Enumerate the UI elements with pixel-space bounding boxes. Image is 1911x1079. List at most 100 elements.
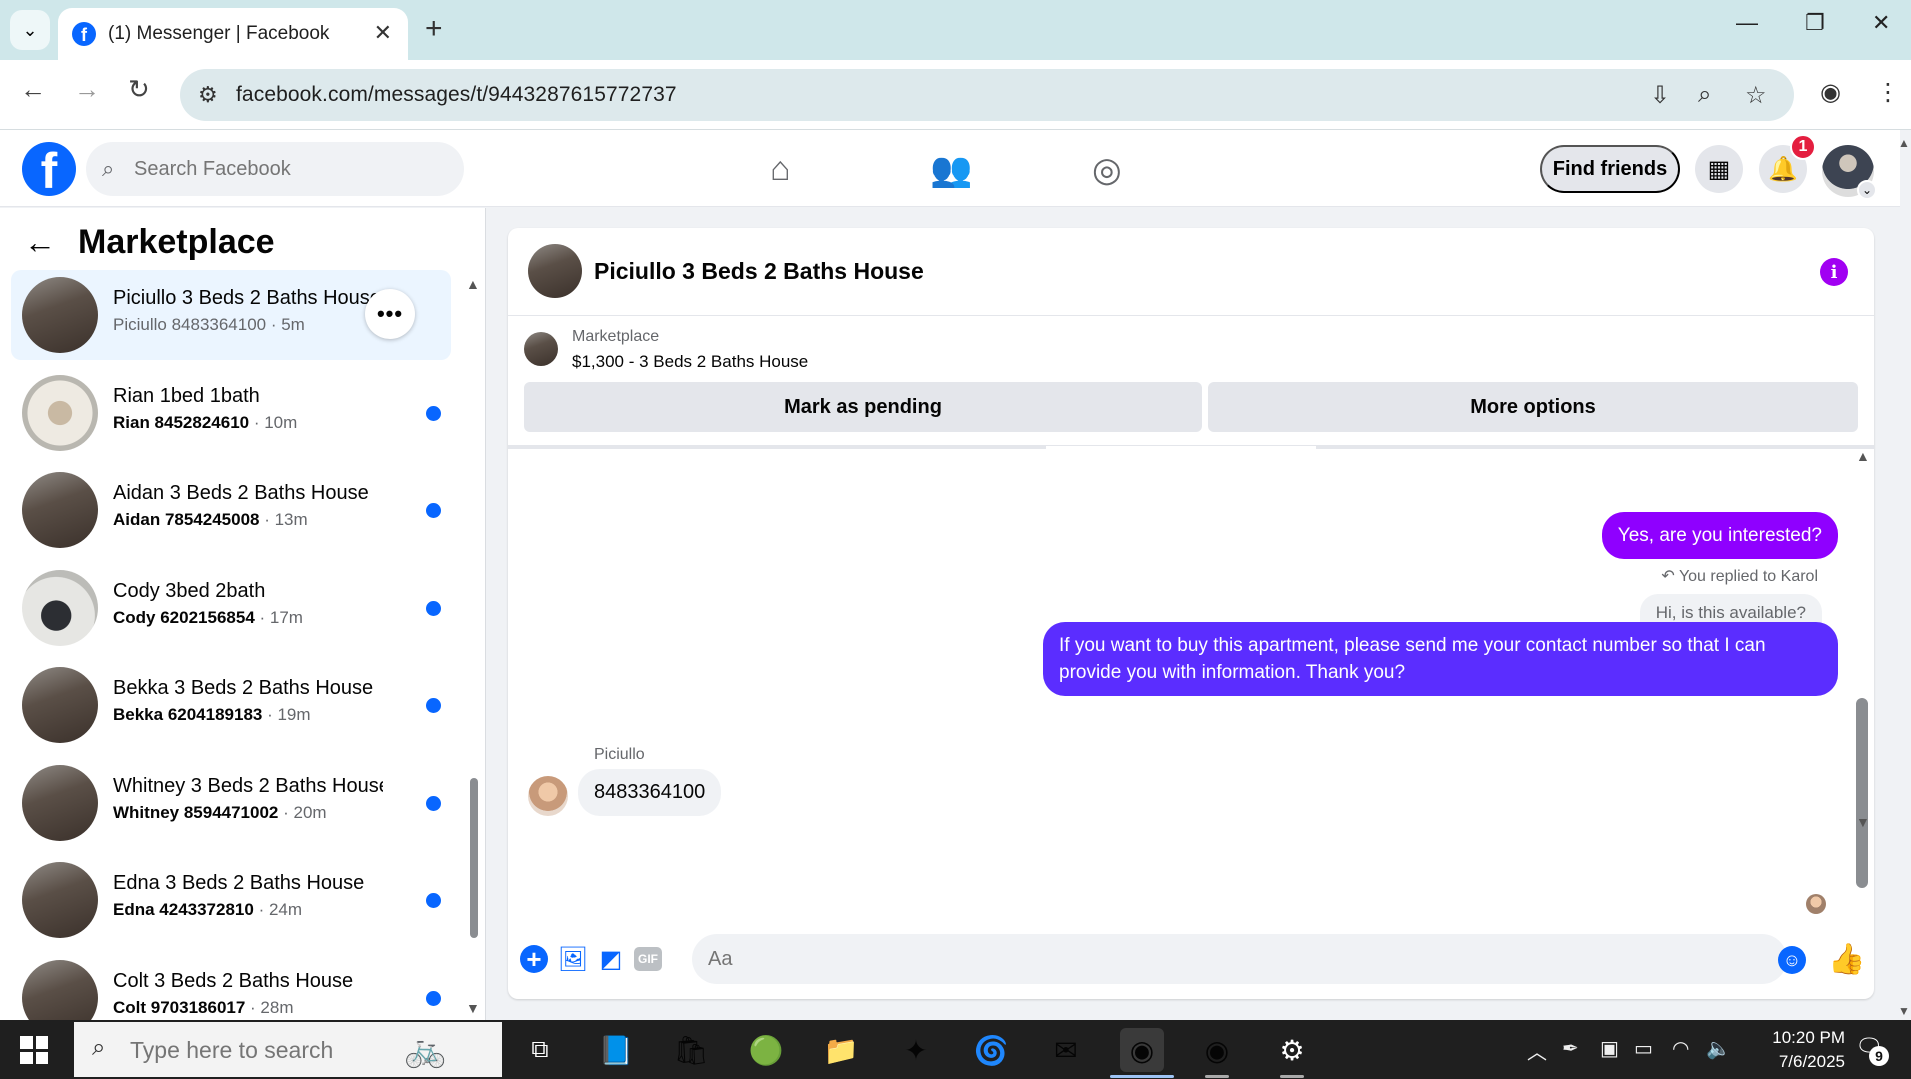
settings-gear-icon[interactable]: ⚙: [1270, 1028, 1314, 1072]
task-view-icon[interactable]: ⧉: [518, 1028, 562, 1072]
windows-start-icon[interactable]: [20, 1036, 48, 1064]
menu-grid-icon[interactable]: ▦: [1695, 145, 1743, 193]
profile-icon[interactable]: ◉: [1820, 78, 1841, 107]
home-icon[interactable]: ⌂: [770, 150, 791, 189]
conversation-preview: Edna 4243372810 · 24m: [113, 900, 302, 920]
conversation-time: · 17m: [254, 607, 303, 627]
conversation-thumbnail: [22, 862, 98, 938]
site-info-icon[interactable]: ⚙: [198, 82, 218, 108]
unread-dot: [426, 990, 441, 1006]
info-icon[interactable]: i: [1820, 258, 1848, 286]
outgoing-message[interactable]: If you want to buy this apartment, pleas…: [1043, 622, 1838, 696]
find-friends-button[interactable]: Find friends: [1540, 145, 1680, 193]
clock[interactable]: 10:20 PM 7/6/2025: [1735, 1026, 1845, 1074]
sender-avatar[interactable]: [528, 776, 568, 816]
back-arrow-icon[interactable]: ←: [24, 224, 56, 261]
conversation-title: Whitney 3 Beds 2 Baths House: [113, 774, 383, 797]
incoming-message[interactable]: 8483364100: [578, 769, 722, 816]
chrome-app-icon[interactable]: ◉: [1120, 1028, 1164, 1072]
reload-icon[interactable]: ↻: [128, 74, 150, 105]
thumbs-up-icon[interactable]: 👍: [1828, 942, 1865, 977]
sticker-icon[interactable]: ◩: [596, 944, 626, 974]
address-bar[interactable]: ⚙ facebook.com/messages/t/94432876157727…: [180, 69, 1794, 121]
camera-icon[interactable]: ▣: [1600, 1036, 1619, 1061]
chat-thumbnail[interactable]: [528, 244, 582, 298]
facebook-search[interactable]: ⌕: [86, 142, 464, 196]
gif-icon[interactable]: GIF: [634, 947, 662, 971]
edge-app-icon[interactable]: 🌀: [969, 1028, 1013, 1072]
conversation-thumbnail: [22, 277, 98, 353]
notification-center-icon[interactable]: 🗨 9: [1855, 1034, 1889, 1066]
volume-icon[interactable]: 🔈: [1706, 1036, 1731, 1061]
zoom-icon[interactable]: ⌕: [1698, 81, 1711, 109]
sidebar-scrollbar[interactable]: [470, 778, 478, 938]
conversation-contact: Aidan 7854245008: [113, 510, 260, 529]
browser-menu-icon[interactable]: ⋮: [1876, 78, 1900, 107]
notepad-app-icon[interactable]: 📘: [594, 1028, 638, 1072]
bookmark-star-icon[interactable]: ☆: [1745, 81, 1767, 110]
conversation-item[interactable]: Cody 3bed 2bath Cody 6202156854 · 17m: [11, 563, 451, 653]
facebook-search-input[interactable]: [134, 154, 434, 184]
photo-icon[interactable]: 🖼: [558, 944, 588, 974]
conversation-time: · 19m: [262, 705, 311, 724]
tab-search-button[interactable]: ⌄: [10, 10, 50, 50]
sidebar-header: ← Marketplace: [24, 223, 275, 262]
emoji-icon[interactable]: ☺: [1778, 946, 1806, 974]
new-tab-icon[interactable]: +: [425, 12, 443, 46]
chat-title[interactable]: Piciullo 3 Beds 2 Baths House: [594, 258, 924, 285]
facebook-logo-icon[interactable]: f: [22, 142, 76, 196]
conversation-item[interactable]: Bekka 3 Beds 2 Baths House Bekka 62041891…: [11, 660, 451, 750]
scroll-up-icon[interactable]: ▲: [466, 276, 480, 292]
more-options-button[interactable]: More options: [1208, 382, 1858, 432]
back-icon[interactable]: ←: [20, 74, 46, 105]
conversation-item[interactable]: Whitney 3 Beds 2 Baths House Whitney 8594…: [11, 758, 451, 848]
sidebar-title: Marketplace: [78, 223, 275, 261]
chrome-profile-app-icon[interactable]: ◉: [1195, 1028, 1239, 1072]
forward-icon[interactable]: →: [74, 74, 100, 105]
listing-price[interactable]: $1,300 - 3 Beds 2 Baths House: [572, 352, 808, 372]
conversation-title: Cody 3bed 2bath: [113, 579, 266, 602]
browser-tab[interactable]: f (1) Messenger | Facebook ✕: [58, 8, 408, 60]
taskbar-search[interactable]: ⌕ 🚲: [74, 1022, 502, 1077]
scroll-down-icon[interactable]: ▼: [466, 1000, 480, 1016]
page-scroll-down-icon[interactable]: ▼: [1898, 1004, 1910, 1018]
conversation-item[interactable]: Rian 1bed 1bath Rian 8452824610 · 10m: [11, 368, 451, 458]
wifi-icon[interactable]: ◠: [1672, 1036, 1689, 1061]
clock-time: 10:20 PM: [1772, 1028, 1845, 1047]
mark-as-pending-button[interactable]: Mark as pending: [524, 382, 1202, 432]
friends-icon[interactable]: 👥: [930, 150, 972, 190]
conversation-item[interactable]: Colt 3 Beds 2 Baths House Colt 9703186017…: [11, 953, 451, 1020]
scroll-up-icon[interactable]: ▲: [1856, 448, 1870, 464]
close-window-icon[interactable]: ✕: [1872, 10, 1890, 36]
file-explorer-icon[interactable]: 📁: [819, 1028, 863, 1072]
listing-thumbnail[interactable]: [524, 332, 558, 366]
conversation-contact: Bekka 6204189183: [113, 705, 263, 724]
page-scroll-up-icon[interactable]: ▲: [1898, 136, 1910, 150]
scroll-down-icon[interactable]: ▼: [1856, 814, 1870, 830]
conversation-item[interactable]: Piciullo 3 Beds 2 Baths House Piciullo 84…: [11, 270, 451, 360]
message-input[interactable]: [692, 934, 1787, 984]
sender-name: Piciullo: [594, 746, 645, 763]
plus-icon[interactable]: +: [520, 944, 548, 974]
conversation-item[interactable]: Edna 3 Beds 2 Baths House Edna 4243372810…: [11, 855, 451, 945]
pen-icon[interactable]: ✒: [1562, 1036, 1579, 1061]
groups-icon[interactable]: ◎: [1092, 150, 1122, 190]
show-hidden-icons-icon[interactable]: ︿: [1527, 1036, 1547, 1065]
battery-icon[interactable]: ▭: [1634, 1036, 1653, 1061]
search-icon: ⌕: [102, 156, 115, 181]
account-chevron-icon[interactable]: ⌄: [1857, 180, 1877, 200]
taskbar-search-input[interactable]: [130, 1035, 410, 1065]
install-app-icon[interactable]: ⇩: [1650, 81, 1670, 110]
chat-scrollbar[interactable]: [1856, 698, 1868, 888]
more-options-icon[interactable]: •••: [365, 289, 415, 339]
copilot-app-icon[interactable]: ✦: [894, 1028, 938, 1072]
whatsapp-app-icon[interactable]: 🟢: [744, 1028, 788, 1072]
minimize-icon[interactable]: —: [1736, 10, 1758, 36]
mail-app-icon[interactable]: ✉: [1044, 1028, 1088, 1072]
outgoing-message[interactable]: Yes, are you interested?: [1601, 512, 1838, 559]
conversation-preview: Whitney 8594471002 · 20m: [113, 803, 327, 823]
conversation-item[interactable]: Aidan 3 Beds 2 Baths House Aidan 78542450…: [11, 465, 451, 555]
store-app-icon[interactable]: 🛍: [669, 1028, 713, 1072]
close-tab-icon[interactable]: ✕: [374, 20, 392, 46]
restore-icon[interactable]: ❐: [1805, 10, 1825, 36]
